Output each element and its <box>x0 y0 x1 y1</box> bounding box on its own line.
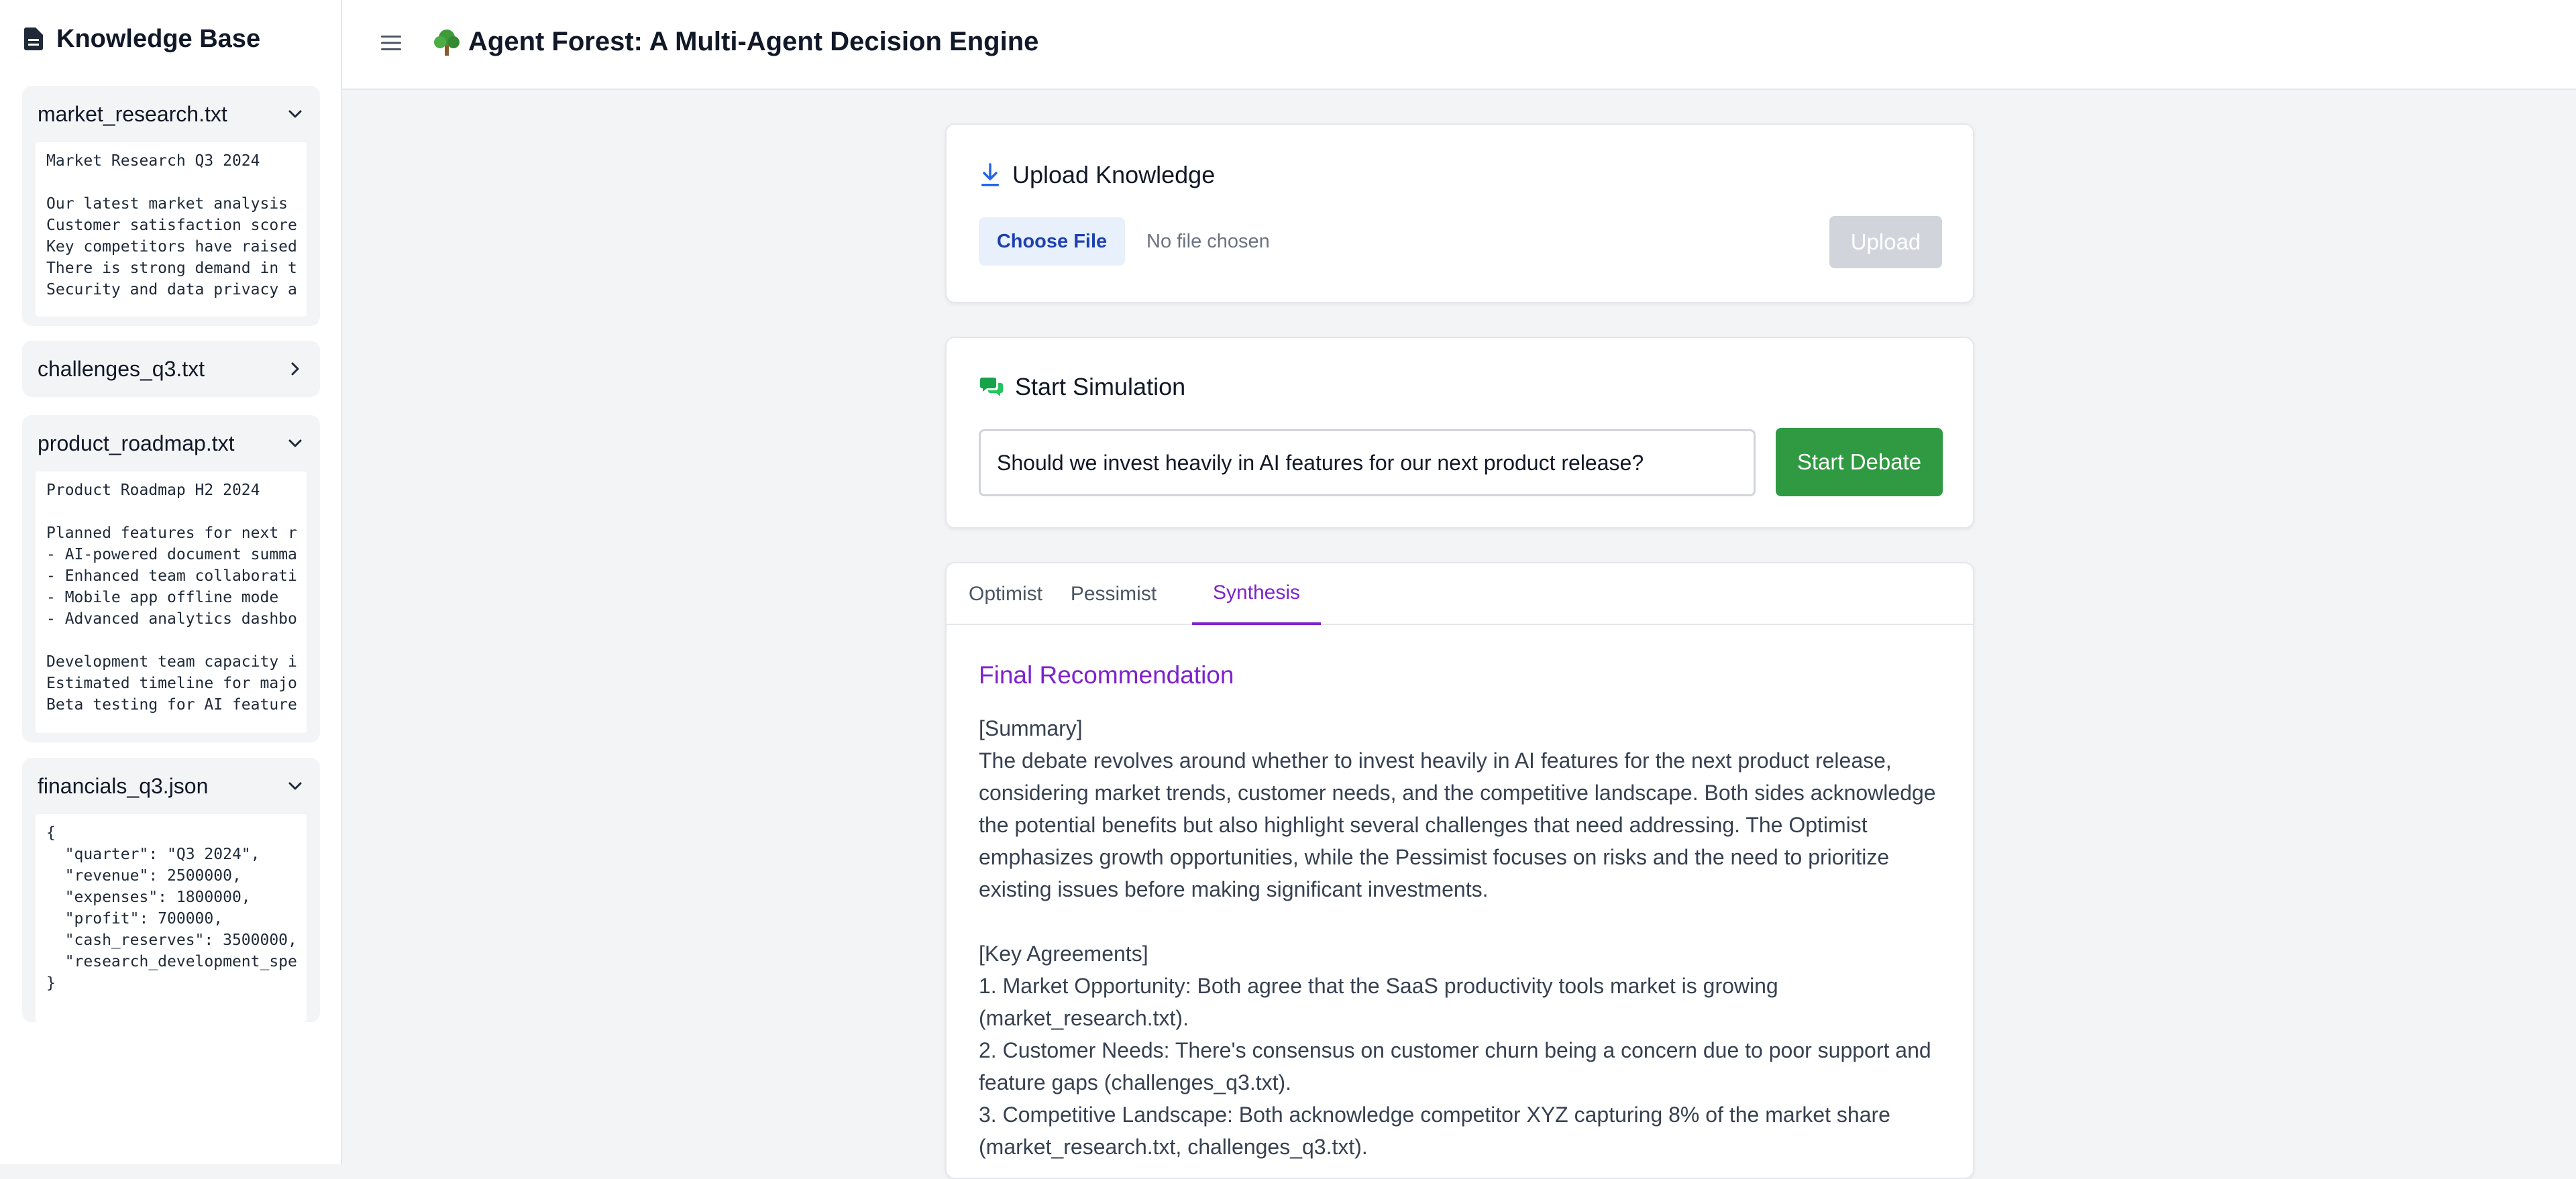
chevron-down-icon[interactable] <box>286 105 304 123</box>
file-preview: Product Roadmap H2 2024 Planned features… <box>36 471 307 733</box>
upload-title-text: Upload Knowledge <box>1012 161 1216 188</box>
file-preview: { "quarter": "Q3 2024", "revenue": 25000… <box>36 814 307 1022</box>
knowledge-base-sidebar: Knowledge Base market_research.txt Marke… <box>0 0 342 1164</box>
chevron-down-icon[interactable] <box>286 435 304 452</box>
document-icon <box>24 27 43 50</box>
file-header-product-roadmap[interactable]: product_roadmap.txt <box>22 415 320 471</box>
file-name: product_roadmap.txt <box>38 431 235 455</box>
top-header: Agent Forest: A Multi-Agent Decision Eng… <box>342 0 2576 90</box>
file-card-challenges: challenges_q3.txt <box>22 341 320 397</box>
menu-button[interactable] <box>380 32 402 54</box>
debate-results-card: Optimist Pessimist Synthesis Final Recom… <box>945 562 1974 1179</box>
file-header-challenges[interactable]: challenges_q3.txt <box>22 341 320 397</box>
file-preview: Market Research Q3 2024 Our latest marke… <box>36 142 307 317</box>
app-title: Agent Forest: A Multi-Agent Decision Eng… <box>433 27 1038 57</box>
hamburger-menu-icon[interactable] <box>381 35 401 51</box>
tab-synthesis[interactable]: Synthesis <box>1192 563 1321 625</box>
simulation-card-title: Start Simulation <box>980 373 1185 401</box>
simulation-title-text: Start Simulation <box>1015 373 1186 400</box>
file-card-market-research: market_research.txt Market Research Q3 2… <box>22 86 320 326</box>
chevron-right-icon[interactable] <box>286 360 304 378</box>
start-debate-button[interactable]: Start Debate <box>1776 428 1943 496</box>
file-header-financials[interactable]: financials_q3.json <box>22 758 320 814</box>
tab-optimist[interactable]: Optimist <box>947 563 1065 625</box>
download-icon <box>981 163 999 186</box>
recommendation-text: [Summary] The debate revolves around whe… <box>979 716 1936 1159</box>
app-title-text: Agent Forest: A Multi-Agent Decision Eng… <box>468 27 1039 56</box>
upload-card-title: Upload Knowledge <box>980 161 1215 189</box>
upload-knowledge-card: Upload Knowledge Choose File No file cho… <box>945 123 1974 303</box>
file-header-market-research[interactable]: market_research.txt <box>22 86 320 142</box>
final-recommendation-heading: Final Recommendation <box>979 661 1234 689</box>
tree-icon <box>434 29 460 56</box>
choose-file-button[interactable]: Choose File <box>979 217 1125 266</box>
no-file-chosen-text: No file chosen <box>1146 231 1270 252</box>
question-input[interactable] <box>979 429 1756 496</box>
file-name: financials_q3.json <box>38 773 209 798</box>
file-card-product-roadmap: product_roadmap.txt Product Roadmap H2 2… <box>22 415 320 742</box>
upload-button[interactable]: Upload <box>1829 216 1942 268</box>
chat-bubbles-icon <box>980 378 1003 396</box>
tab-pessimist[interactable]: Pessimist <box>1065 563 1163 625</box>
start-simulation-card: Start Simulation Start Debate <box>945 337 1974 528</box>
file-name: market_research.txt <box>38 101 227 126</box>
file-card-financials: financials_q3.json { "quarter": "Q3 2024… <box>22 758 320 1022</box>
sidebar-title: Knowledge Base <box>24 21 260 56</box>
result-tabs: Optimist Pessimist Synthesis <box>947 563 1973 625</box>
file-name: challenges_q3.txt <box>38 356 205 381</box>
sidebar-title-text: Knowledge Base <box>56 24 261 53</box>
chevron-down-icon[interactable] <box>286 777 304 795</box>
